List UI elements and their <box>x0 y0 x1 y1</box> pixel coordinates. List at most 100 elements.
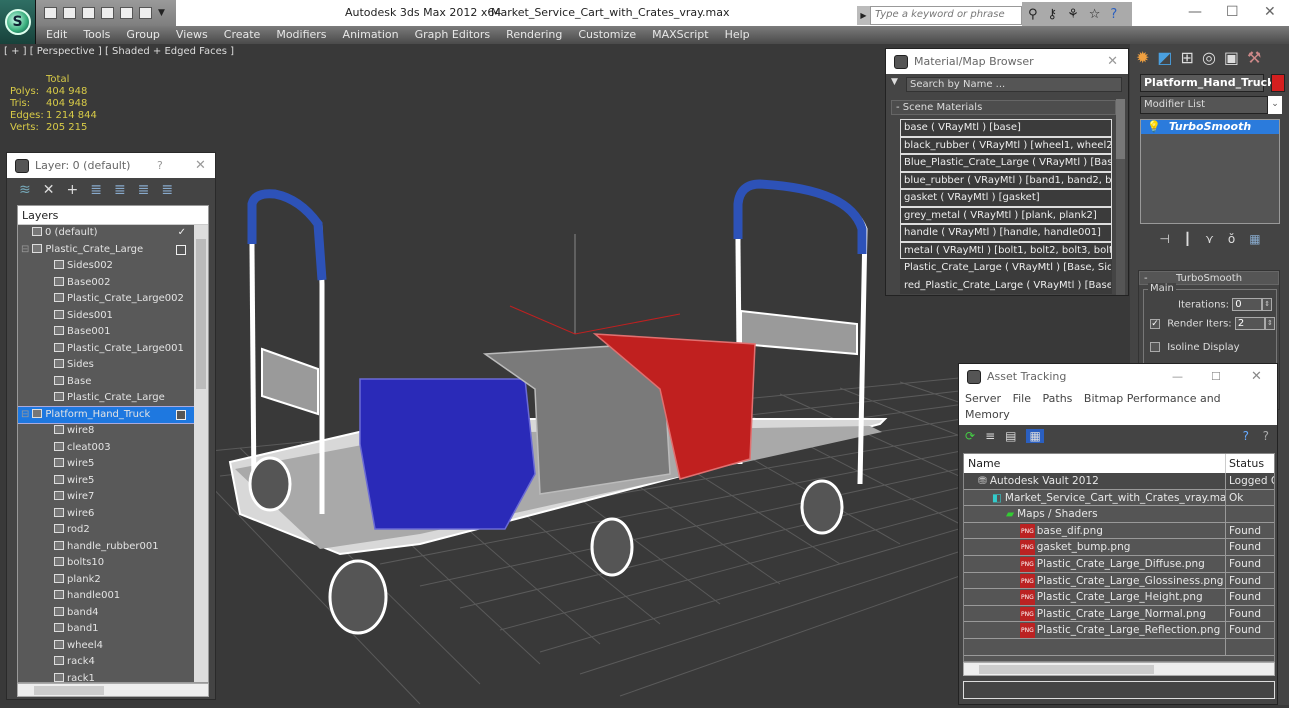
layer-object-row[interactable]: plank2 <box>18 572 208 589</box>
layer-list-scrollbar[interactable] <box>194 225 208 682</box>
save-file-icon[interactable] <box>63 7 76 19</box>
asset-maximize-button[interactable]: ☐ <box>1211 370 1221 383</box>
layer-list-hscrollbar[interactable] <box>17 683 209 697</box>
search-expand-icon[interactable]: ▶ <box>857 6 870 25</box>
table-view-icon[interactable]: ▦ <box>1026 429 1044 443</box>
material-item[interactable]: handle ( VRayMtl ) [handle, handle001] <box>900 224 1112 242</box>
key-icon[interactable]: ⚷ <box>1048 7 1058 22</box>
menu-modifiers[interactable]: Modifiers <box>276 26 326 44</box>
close-button[interactable]: ✕ <box>1264 4 1276 20</box>
layer-row[interactable]: 0 (default) ✓ <box>18 225 208 242</box>
modify-tab-icon[interactable]: ◩ <box>1157 48 1172 67</box>
menu-rendering[interactable]: Rendering <box>506 26 562 44</box>
remove-modifier-icon[interactable]: ŏ <box>1228 232 1235 246</box>
material-item[interactable]: blue_rubber ( VRayMtl ) [band1, band2, b… <box>900 171 1112 189</box>
scene-materials-group[interactable]: - Scene Materials <box>891 100 1116 115</box>
layer-panel-close-button[interactable]: ✕ <box>195 158 206 173</box>
select-layer-icon[interactable]: ≣ <box>114 182 126 198</box>
remove-icon[interactable]: ✕ <box>43 182 55 198</box>
layer-toggle-checkbox[interactable] <box>176 244 186 255</box>
star-icon[interactable]: ☆ <box>1089 7 1101 22</box>
satellite-icon[interactable]: ⚘ <box>1067 7 1079 22</box>
open-file-icon[interactable] <box>44 7 57 19</box>
asset-row[interactable]: ⛃Autodesk Vault 2012 Logged Out <box>964 473 1274 490</box>
collapse-icon[interactable]: ⊟ <box>21 409 29 420</box>
create-tab-icon[interactable]: ✹ <box>1136 48 1149 67</box>
asset-row[interactable]: PNG base_dif.png Found <box>964 522 1274 540</box>
add-layer-icon[interactable]: + <box>66 182 78 198</box>
layer-object-row[interactable]: Base001 <box>18 324 208 341</box>
binoculars-icon[interactable]: ⚲ <box>1028 7 1038 22</box>
layer-row[interactable]: ⊟ Plastic_Crate_Large <box>18 242 208 259</box>
workspace-icon[interactable] <box>139 7 152 19</box>
application-button[interactable]: S <box>0 0 36 44</box>
name-column-header[interactable]: Name <box>964 454 1226 473</box>
help-search-input[interactable]: Type a keyword or phrase <box>870 6 1022 25</box>
asset-menu-bitmap[interactable]: Bitmap Performance and Memory <box>965 392 1221 421</box>
material-item[interactable]: metal ( VRayMtl ) [bolt1, bolt2, bolt3, … <box>900 241 1112 259</box>
display-tab-icon[interactable]: ▣ <box>1224 48 1239 67</box>
layer-object-row[interactable]: Plastic_Crate_Large001 <box>18 341 208 358</box>
maximize-button[interactable]: ☐ <box>1226 4 1239 20</box>
layer-object-row[interactable]: handle_rubber001 <box>18 539 208 556</box>
delete-layer-icon[interactable]: ≋ <box>19 182 31 198</box>
asset-menu-paths[interactable]: Paths <box>1043 392 1073 405</box>
asset-row[interactable]: ▰ Maps / Shaders <box>964 506 1274 523</box>
asset-row[interactable]: PNG gasket_bump.png Found <box>964 539 1274 556</box>
asset-row[interactable]: PNG Plastic_Crate_Large_Normal.png Found <box>964 605 1274 623</box>
project-folder-icon[interactable] <box>101 7 114 19</box>
material-item[interactable]: gasket ( VRayMtl ) [gasket] <box>900 189 1112 207</box>
layer-properties-icon[interactable]: ≣ <box>161 182 173 198</box>
set-current-layer-icon[interactable]: ≣ <box>138 182 150 198</box>
material-list-scrollbar[interactable] <box>1116 99 1125 295</box>
layer-object-row[interactable]: band1 <box>18 621 208 638</box>
options-dropdown-icon[interactable]: ▼ <box>891 77 898 87</box>
help-icon[interactable]: ? <box>1243 429 1249 443</box>
asset-row[interactable]: PNG Plastic_Crate_Large_Reflection.png Fou… <box>964 622 1274 639</box>
menu-views[interactable]: Views <box>176 26 208 44</box>
layer-object-row[interactable]: handle001 <box>18 588 208 605</box>
scrollbar-thumb[interactable] <box>196 239 206 389</box>
utilities-tab-icon[interactable]: ⚒ <box>1247 48 1261 67</box>
layer-object-row[interactable]: wheel4 <box>18 638 208 655</box>
status-column-header[interactable]: Status <box>1226 454 1274 473</box>
material-item[interactable]: grey_metal ( VRayMtl ) [plank, plank2] <box>900 206 1112 224</box>
menu-animation[interactable]: Animation <box>343 26 399 44</box>
thumbnail-view-icon[interactable]: ▤ <box>1005 429 1016 443</box>
menu-graph-editors[interactable]: Graph Editors <box>415 26 491 44</box>
viewport-label[interactable]: [ + ] [ Perspective ] [ Shaded + Edged F… <box>4 46 234 57</box>
menu-customize[interactable]: Customize <box>578 26 636 44</box>
menu-edit[interactable]: Edit <box>46 26 67 44</box>
asset-menu-file[interactable]: File <box>1013 392 1031 405</box>
chevron-down-icon[interactable]: ⌄ <box>1268 96 1282 114</box>
asset-table-hscrollbar[interactable] <box>963 662 1275 676</box>
layer-object-row[interactable]: rack4 <box>18 654 208 671</box>
current-layer-check-icon[interactable]: ✓ <box>178 225 186 242</box>
layer-object-row[interactable]: cleat003 <box>18 440 208 457</box>
list-view-icon[interactable]: ≡ <box>985 429 995 443</box>
spinner-arrows-icon[interactable]: ⇕ <box>1262 298 1273 311</box>
modifier-stack[interactable]: 💡 TurboSmooth <box>1140 119 1280 224</box>
layer-object-row[interactable]: rod2 <box>18 522 208 539</box>
layer-object-row[interactable]: Base <box>18 374 208 391</box>
layer-object-row[interactable]: rack1 <box>18 671 208 682</box>
layer-object-row[interactable]: bolts10 <box>18 555 208 572</box>
layer-object-row[interactable]: band4 <box>18 605 208 622</box>
render-iters-checkbox[interactable]: ✓ <box>1150 318 1160 329</box>
menu-create[interactable]: Create <box>224 26 261 44</box>
menu-help[interactable]: Help <box>725 26 750 44</box>
motion-tab-icon[interactable]: ◎ <box>1202 48 1216 67</box>
layer-object-row[interactable]: wire6 <box>18 506 208 523</box>
asset-row[interactable]: ◧ Market_Service_Cart_with_Crates_vray.ma… <box>964 489 1274 507</box>
layer-object-row[interactable]: Sides001 <box>18 308 208 325</box>
asset-minimize-button[interactable]: — <box>1172 370 1183 383</box>
refresh-icon[interactable]: ⟳ <box>965 429 975 443</box>
iterations-spinner[interactable]: 0 <box>1232 298 1263 311</box>
layers-column-header[interactable]: Layers <box>18 206 208 225</box>
configure-modifier-sets-icon[interactable]: ▦ <box>1249 232 1260 246</box>
isoline-display-checkbox[interactable] <box>1150 342 1160 352</box>
asset-row[interactable]: PNG Plastic_Crate_Large_Height.png Found <box>964 589 1274 606</box>
modifier-list-dropdown[interactable]: Modifier List <box>1140 96 1268 114</box>
modifier-stack-item[interactable]: 💡 TurboSmooth <box>1141 120 1279 134</box>
collapse-icon[interactable]: ⊟ <box>21 244 29 255</box>
